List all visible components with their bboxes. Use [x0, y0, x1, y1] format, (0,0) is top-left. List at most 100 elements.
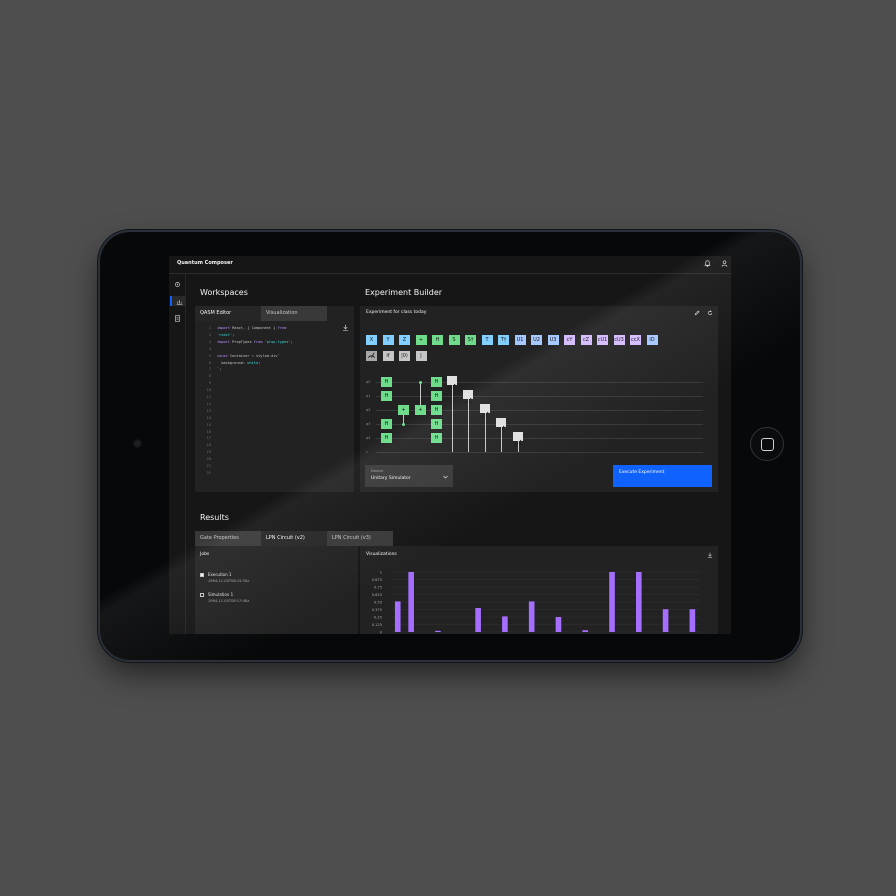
circuit-gate-h[interactable]: H — [431, 419, 442, 429]
code-line: 'react'; — [217, 333, 234, 337]
measure-line — [485, 413, 486, 452]
line-number: 13 — [206, 408, 211, 413]
tab-lpn-circuit-v2[interactable]: LPN Circuit (v2) — [261, 531, 327, 546]
palette-gate[interactable]: + — [415, 335, 427, 345]
circuit-gate-h[interactable]: H — [381, 433, 392, 443]
measure-line — [501, 427, 502, 452]
device-dropdown[interactable]: Device Unitary Simulator — [365, 465, 453, 487]
y-tick-label: 0.375 — [372, 608, 382, 612]
palette-gate[interactable]: cU1 — [597, 335, 608, 345]
tab-gate-properties[interactable]: Gate Properties — [195, 531, 261, 546]
code-line: const Container = styled.div` — [217, 354, 280, 358]
palette-gate[interactable]: T† — [498, 335, 509, 345]
chart-bar — [502, 616, 508, 632]
tab-qasm-editor[interactable]: QASM Editor — [195, 306, 261, 321]
execute-experiment-button[interactable]: Execute Experiment — [613, 465, 712, 487]
palette-gate[interactable]: cY — [564, 335, 575, 345]
palette-gate[interactable]: U1 — [514, 335, 526, 345]
device-value: Unitary Simulator — [371, 476, 411, 481]
palette-gate[interactable]: Y — [382, 335, 394, 345]
code-line: background: white; — [217, 361, 260, 365]
palette-measure-gate[interactable] — [366, 351, 377, 361]
y-tick-label: 0.125 — [372, 623, 382, 627]
jobs-title: Jobs — [200, 552, 210, 557]
jobs-panel — [195, 546, 358, 634]
chart-nav-icon[interactable] — [170, 296, 186, 306]
circuit-measure-gate[interactable] — [496, 418, 506, 432]
notification-bell-icon[interactable] — [704, 260, 711, 267]
palette-gate[interactable]: S† — [465, 335, 476, 345]
code-token: React, { Component } — [229, 326, 278, 330]
tab-visualization[interactable]: Visualization — [261, 306, 327, 321]
circuit-gate-h[interactable]: H — [431, 405, 442, 415]
y-tick-label: 0 — [380, 630, 383, 634]
circuit-gate-h[interactable]: H — [431, 391, 442, 401]
measure-line — [468, 399, 469, 452]
palette-gate[interactable]: ccX — [630, 335, 641, 345]
job-timestamp: 1994-11-05T08:15:30z — [208, 579, 250, 583]
tablet-home-button[interactable] — [750, 427, 784, 461]
chart-bar — [689, 609, 696, 632]
line-number: 2 — [208, 332, 211, 337]
measure-icon — [368, 352, 375, 358]
circuit-gate-h[interactable]: H — [381, 377, 392, 387]
tab-lpn-circuit-v3[interactable]: LPN Circuit (v3) — [327, 531, 393, 546]
chart-bar — [394, 601, 401, 632]
palette-gate[interactable]: H — [432, 335, 443, 345]
app-name: Quantum Composer — [177, 260, 233, 266]
settings-icon[interactable] — [172, 279, 182, 289]
chart-bar — [635, 572, 642, 632]
circuit-gate-cnot[interactable]: + — [398, 405, 409, 415]
job-checkbox-simulation-1[interactable] — [200, 593, 204, 597]
device-label: Device — [371, 469, 384, 473]
line-number: 4 — [208, 346, 211, 351]
code-token: `; — [217, 367, 222, 372]
chart-bar — [435, 630, 441, 632]
refresh-icon[interactable] — [707, 310, 713, 316]
home-button-icon — [760, 437, 774, 451]
y-tick-label: 0.625 — [372, 593, 382, 597]
circuit-measure-gate[interactable] — [447, 376, 457, 390]
code-line: `; — [217, 367, 221, 371]
edit-icon[interactable] — [694, 310, 700, 316]
code-token: ; — [232, 332, 235, 337]
circuit-gate-cnot[interactable]: + — [415, 405, 426, 415]
circuit-measure-gate[interactable] — [463, 390, 473, 404]
palette-gate[interactable]: T — [481, 335, 493, 345]
palette-gate[interactable]: iD — [646, 335, 658, 345]
top-bar: Quantum Composer — [169, 256, 731, 274]
circuit-gate-h[interactable]: H — [381, 391, 392, 401]
app-screen: Quantum Composer Workspaces QASM Editor … — [169, 256, 731, 634]
code-token: Container = styled.div` — [227, 353, 280, 358]
experiment-name: Experiment for class today — [366, 310, 427, 315]
tablet-camera — [133, 439, 142, 448]
document-nav-icon[interactable] — [172, 313, 182, 323]
palette-gate[interactable]: U3 — [547, 335, 559, 345]
code-token: import — [217, 326, 230, 330]
palette-gate[interactable]: X — [366, 335, 377, 345]
circuit-gate-h[interactable]: H — [431, 433, 442, 443]
results-title: Results — [200, 513, 229, 522]
job-checkbox-execution-1[interactable] — [200, 573, 204, 577]
circuit-gate-h[interactable]: H — [431, 377, 442, 387]
palette-gate[interactable]: Z — [399, 335, 410, 345]
qubit-label: q0 — [366, 380, 371, 384]
job-name[interactable]: Simulation 1 — [208, 592, 233, 597]
circuit-measure-gate[interactable] — [513, 432, 523, 446]
palette-gate[interactable]: |0⟩ — [399, 351, 410, 361]
code-token: background: — [217, 360, 248, 365]
circuit-gate-h[interactable]: H — [381, 419, 392, 429]
palette-gate[interactable]: if — [382, 351, 394, 361]
palette-gate[interactable]: S — [448, 335, 460, 345]
user-profile-icon[interactable] — [721, 260, 728, 267]
palette-gate[interactable]: | — [415, 351, 427, 361]
palette-gate[interactable]: U2 — [531, 335, 542, 345]
palette-gate[interactable]: cZ — [580, 335, 592, 345]
job-name[interactable]: Execution 1 — [208, 572, 231, 577]
download-icon[interactable] — [342, 324, 349, 331]
circuit-measure-gate[interactable] — [480, 404, 490, 418]
chart-bar — [609, 572, 615, 632]
measure-line — [452, 385, 453, 452]
palette-gate[interactable]: cU3 — [613, 335, 625, 345]
download-icon[interactable] — [707, 552, 713, 558]
